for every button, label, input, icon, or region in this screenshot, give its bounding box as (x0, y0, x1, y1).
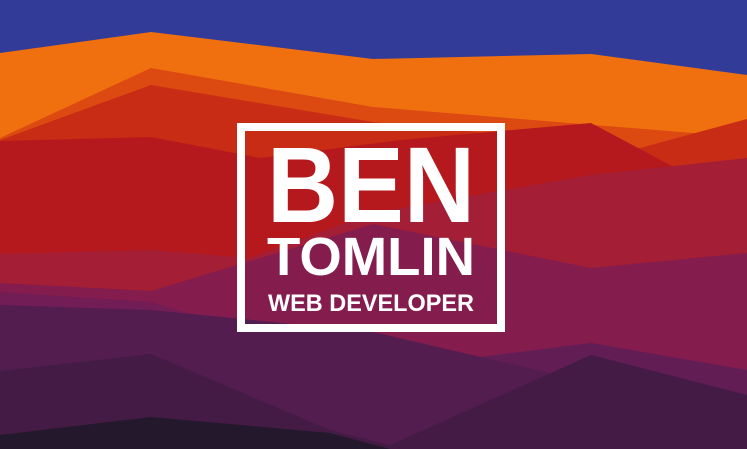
logo: BEN TOMLIN WEB DEVELOPER (237, 123, 505, 332)
hero-mountain-background: BEN TOMLIN WEB DEVELOPER (0, 0, 747, 449)
logo-last-name: TOMLIN (267, 227, 475, 287)
logo-tagline: WEB DEVELOPER (268, 290, 474, 317)
